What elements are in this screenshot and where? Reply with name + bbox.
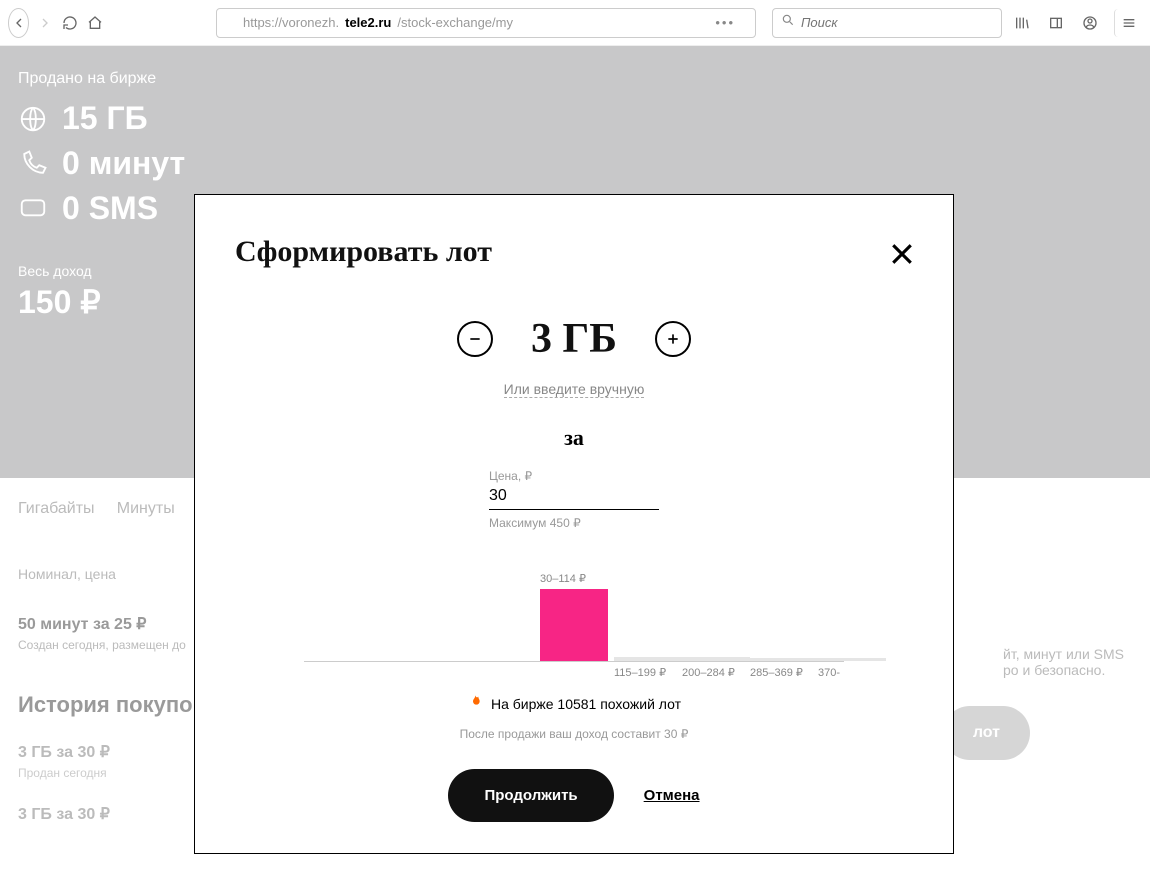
decrement-button[interactable] xyxy=(457,321,493,357)
tab-min[interactable]: Минуты xyxy=(117,500,175,517)
browser-toolbar: https://voronezh. tele2.ru/stock-exchange… xyxy=(0,0,1150,46)
sold-on-exchange-title: Продано на бирже xyxy=(18,70,1132,88)
histogram-bar[interactable] xyxy=(750,658,818,661)
cancel-button[interactable]: Отмена xyxy=(644,787,700,804)
url-host: tele2.ru xyxy=(345,15,391,30)
create-lot-pill[interactable]: лот xyxy=(943,706,1030,760)
sidebar-icon[interactable] xyxy=(1042,9,1070,37)
histogram-bar-label: 115–199 ₽ xyxy=(614,666,666,679)
search-bar[interactable] xyxy=(772,8,1002,38)
phone-icon xyxy=(18,149,48,179)
histogram-bar-label: 200–284 ₽ xyxy=(682,666,735,679)
reload-button[interactable] xyxy=(61,9,80,37)
stat-min: 0 минут xyxy=(18,145,1132,182)
forward-button xyxy=(35,9,54,37)
histogram-bar[interactable] xyxy=(614,657,682,661)
similar-lots-text: На бирже 10581 похожий лот xyxy=(491,696,681,712)
histogram-bar[interactable] xyxy=(682,657,750,661)
increment-button[interactable] xyxy=(655,321,691,357)
page-actions-icon[interactable]: ••• xyxy=(715,15,735,30)
price-max: Максимум 450 ₽ xyxy=(489,516,659,530)
price-histogram: 30–114 ₽115–199 ₽200–284 ₽285–369 ₽370- xyxy=(304,576,844,662)
search-input[interactable] xyxy=(801,15,993,30)
minus-icon xyxy=(467,331,483,347)
price-label: Цена, ₽ xyxy=(489,469,659,483)
search-icon xyxy=(781,13,795,32)
home-button[interactable] xyxy=(86,9,105,37)
close-icon xyxy=(887,239,917,269)
url-bar[interactable]: https://voronezh. tele2.ru/stock-exchange… xyxy=(216,8,756,38)
price-input[interactable] xyxy=(489,483,659,510)
continue-button[interactable]: Продолжить xyxy=(448,769,613,822)
za-label: за xyxy=(235,425,913,451)
create-lot-modal: Сформировать лот 3 ГБ Или введите вручну… xyxy=(194,194,954,854)
url-prefix: https://voronezh. xyxy=(243,15,339,30)
close-button[interactable] xyxy=(887,239,917,274)
sms-icon xyxy=(18,194,48,224)
histogram-bar-label: 30–114 ₽ xyxy=(540,572,586,585)
histogram-bar-label: 285–369 ₽ xyxy=(750,666,803,679)
histogram-bar[interactable] xyxy=(818,658,886,661)
stat-gb: 15 ГБ xyxy=(18,100,1132,137)
histogram-bar-label: 370- xyxy=(818,667,840,679)
histogram-bar[interactable] xyxy=(540,589,608,661)
back-button[interactable] xyxy=(8,8,29,38)
tab-gb[interactable]: Гигабайты xyxy=(18,500,95,517)
globe-icon xyxy=(18,104,48,134)
url-path: /stock-exchange/my xyxy=(397,15,513,30)
menu-icon[interactable] xyxy=(1114,9,1142,37)
plus-icon xyxy=(665,331,681,347)
manual-entry-link[interactable]: Или введите вручную xyxy=(504,381,645,398)
library-icon[interactable] xyxy=(1008,9,1036,37)
flame-icon xyxy=(467,694,483,713)
right-hint: йт, минут или SMSро и безопасно. xyxy=(1003,646,1124,678)
after-sale-text: После продажи ваш доход составит 30 ₽ xyxy=(235,727,913,741)
amount-value: 3 ГБ xyxy=(531,315,617,363)
account-icon[interactable] xyxy=(1076,9,1104,37)
modal-title: Сформировать лот xyxy=(235,235,913,269)
